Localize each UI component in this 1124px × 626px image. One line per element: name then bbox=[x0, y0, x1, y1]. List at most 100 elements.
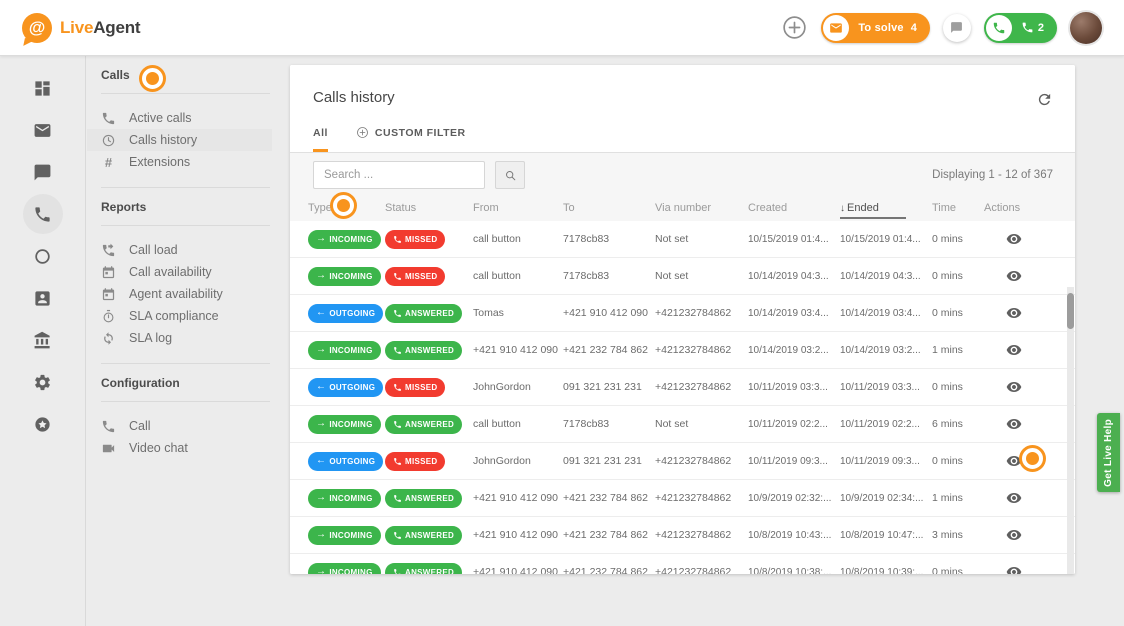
sidebar-item-agent-availability[interactable]: Agent availability bbox=[101, 283, 270, 305]
table-row[interactable]: ←OUTGOINGMISSEDJohnGordon091 321 231 231… bbox=[290, 443, 1075, 480]
phone-icon bbox=[393, 383, 402, 392]
column-header-created[interactable]: Created bbox=[748, 202, 840, 214]
rail-item-envelope[interactable] bbox=[23, 110, 63, 150]
calls-indicator-button[interactable]: 2 bbox=[984, 13, 1057, 43]
tab-custom-filter[interactable]: CUSTOM FILTER bbox=[356, 126, 466, 152]
phone-icon bbox=[393, 309, 402, 318]
view-call-button[interactable] bbox=[1006, 379, 1022, 395]
scrollbar-thumb[interactable] bbox=[1067, 293, 1074, 329]
to-solve-button[interactable]: To solve 4 bbox=[821, 13, 930, 43]
table-row[interactable]: →INCOMINGANSWEREDcall button7178cb83Not … bbox=[290, 406, 1075, 443]
badge-incoming: →INCOMING bbox=[308, 230, 381, 249]
column-header-time[interactable]: Time bbox=[932, 202, 984, 214]
view-call-button[interactable] bbox=[1006, 305, 1022, 321]
rail-item-circle[interactable] bbox=[23, 236, 63, 276]
table-row[interactable]: →INCOMINGANSWERED+421 910 412 090+421 23… bbox=[290, 332, 1075, 369]
rail-item-star-badge[interactable] bbox=[23, 404, 63, 444]
liveagent-logo-text: LiveAgent bbox=[60, 18, 140, 38]
table-row[interactable]: ←OUTGOINGANSWEREDTomas+421 910 412 090+4… bbox=[290, 295, 1075, 332]
sidebar-item-video-chat[interactable]: Video chat bbox=[101, 437, 270, 459]
top-bar: @ LiveAgent To solve 4 2 bbox=[0, 0, 1124, 56]
view-call-button[interactable] bbox=[1006, 231, 1022, 247]
badge-incoming: →INCOMING bbox=[308, 489, 381, 508]
badge-missed: MISSED bbox=[385, 267, 445, 286]
sidebar-item-active-calls[interactable]: Active calls bbox=[87, 107, 290, 129]
column-header-actions[interactable]: Actions bbox=[984, 202, 1075, 214]
table-row[interactable]: →INCOMINGANSWERED+421 910 412 090+421 23… bbox=[290, 480, 1075, 517]
sidebar-item-call-load[interactable]: Call load bbox=[101, 239, 270, 261]
rail-item-contact-card[interactable] bbox=[23, 278, 63, 318]
view-call-button[interactable] bbox=[1006, 564, 1022, 574]
get-live-help-tab[interactable]: Get Live Help bbox=[1097, 413, 1120, 492]
column-label: Status bbox=[385, 202, 416, 214]
cell-from: call button bbox=[473, 233, 563, 245]
cell-type: ←OUTGOING bbox=[308, 452, 385, 471]
sidebar-item-call-availability[interactable]: Call availability bbox=[101, 261, 270, 283]
rail-item-phone[interactable] bbox=[23, 194, 63, 234]
search-button[interactable] bbox=[495, 161, 525, 189]
calls-circle bbox=[986, 15, 1012, 41]
view-call-button[interactable] bbox=[1006, 342, 1022, 358]
cell-via-number: Not set bbox=[655, 418, 748, 430]
cell-created: 10/14/2019 04:3... bbox=[748, 271, 840, 282]
phone-icon bbox=[393, 568, 402, 575]
table-row[interactable]: →INCOMINGANSWERED+421 910 412 090+421 23… bbox=[290, 517, 1075, 554]
rail-item-gear[interactable] bbox=[23, 362, 63, 402]
view-call-button[interactable] bbox=[1006, 416, 1022, 432]
add-new-button[interactable] bbox=[781, 14, 808, 41]
cell-actions bbox=[984, 490, 1075, 506]
gear-icon bbox=[33, 373, 52, 392]
refresh-button[interactable] bbox=[1036, 91, 1053, 108]
rail-item-chat[interactable] bbox=[23, 152, 63, 192]
view-call-button[interactable] bbox=[1006, 268, 1022, 284]
hash-icon: # bbox=[101, 155, 116, 170]
table-row[interactable]: ←OUTGOINGMISSEDJohnGordon091 321 231 231… bbox=[290, 369, 1075, 406]
view-call-button[interactable] bbox=[1006, 453, 1022, 469]
view-call-button[interactable] bbox=[1006, 490, 1022, 506]
sidebar-item-sla-compliance[interactable]: SLA compliance bbox=[101, 305, 270, 327]
arrow-left-icon: ← bbox=[316, 308, 326, 318]
badge-missed: MISSED bbox=[385, 230, 445, 249]
sidebar-item-call[interactable]: Call bbox=[101, 415, 270, 437]
cell-via-number: +421232784862 bbox=[655, 529, 748, 541]
column-header-to[interactable]: To bbox=[563, 202, 655, 214]
cell-from: +421 910 412 090 bbox=[473, 344, 563, 356]
cell-to: 7178cb83 bbox=[563, 233, 655, 245]
sidebar-section-title: Configuration bbox=[101, 376, 270, 402]
liveagent-logo[interactable]: @ LiveAgent bbox=[22, 13, 140, 43]
sidebar-item-extensions[interactable]: #Extensions bbox=[87, 151, 290, 173]
search-input[interactable] bbox=[313, 161, 485, 189]
column-header-status[interactable]: Status bbox=[385, 202, 473, 214]
view-call-button[interactable] bbox=[1006, 527, 1022, 543]
badge-label: OUTGOING bbox=[329, 383, 375, 392]
chats-indicator-button[interactable] bbox=[943, 14, 971, 42]
badge-outgoing: ←OUTGOING bbox=[308, 452, 383, 471]
user-avatar[interactable] bbox=[1070, 12, 1102, 44]
scrollbar-track bbox=[1067, 287, 1074, 574]
table-row[interactable]: →INCOMINGANSWERED+421 910 412 090+421 23… bbox=[290, 554, 1075, 574]
badge-label: INCOMING bbox=[329, 272, 372, 281]
cell-from: JohnGordon bbox=[473, 455, 563, 467]
rail-item-dashboard[interactable] bbox=[23, 68, 63, 108]
table-row[interactable]: →INCOMINGMISSEDcall button7178cb83Not se… bbox=[290, 221, 1075, 258]
arrow-right-icon: → bbox=[316, 271, 326, 281]
tab-all[interactable]: All bbox=[313, 126, 328, 152]
column-header-from[interactable]: From bbox=[473, 202, 563, 214]
dashboard-icon bbox=[33, 79, 52, 98]
cell-to: +421 232 784 862 bbox=[563, 566, 655, 574]
sidebar-item-sla-log[interactable]: SLA log bbox=[101, 327, 270, 349]
rail-item-bank[interactable] bbox=[23, 320, 63, 360]
cell-ended: 10/8/2019 10:39:... bbox=[840, 567, 932, 575]
cell-created: 10/9/2019 02:32:... bbox=[748, 493, 840, 504]
envelope-icon bbox=[33, 121, 52, 140]
liveagent-logo-icon: @ bbox=[22, 13, 52, 43]
sidebar-item-label: Video chat bbox=[129, 441, 188, 455]
column-header-ended[interactable]: ↓Ended bbox=[840, 202, 932, 214]
column-header-via-number[interactable]: Via number bbox=[655, 202, 748, 214]
table-row[interactable]: →INCOMINGMISSEDcall button7178cb83Not se… bbox=[290, 258, 1075, 295]
arrow-right-icon: → bbox=[316, 567, 326, 574]
cell-time: 0 mins bbox=[932, 566, 984, 574]
sidebar-item-calls-history[interactable]: Calls history bbox=[87, 129, 272, 151]
badge-incoming: →INCOMING bbox=[308, 341, 381, 360]
cell-ended: 10/9/2019 02:34:... bbox=[840, 493, 932, 504]
